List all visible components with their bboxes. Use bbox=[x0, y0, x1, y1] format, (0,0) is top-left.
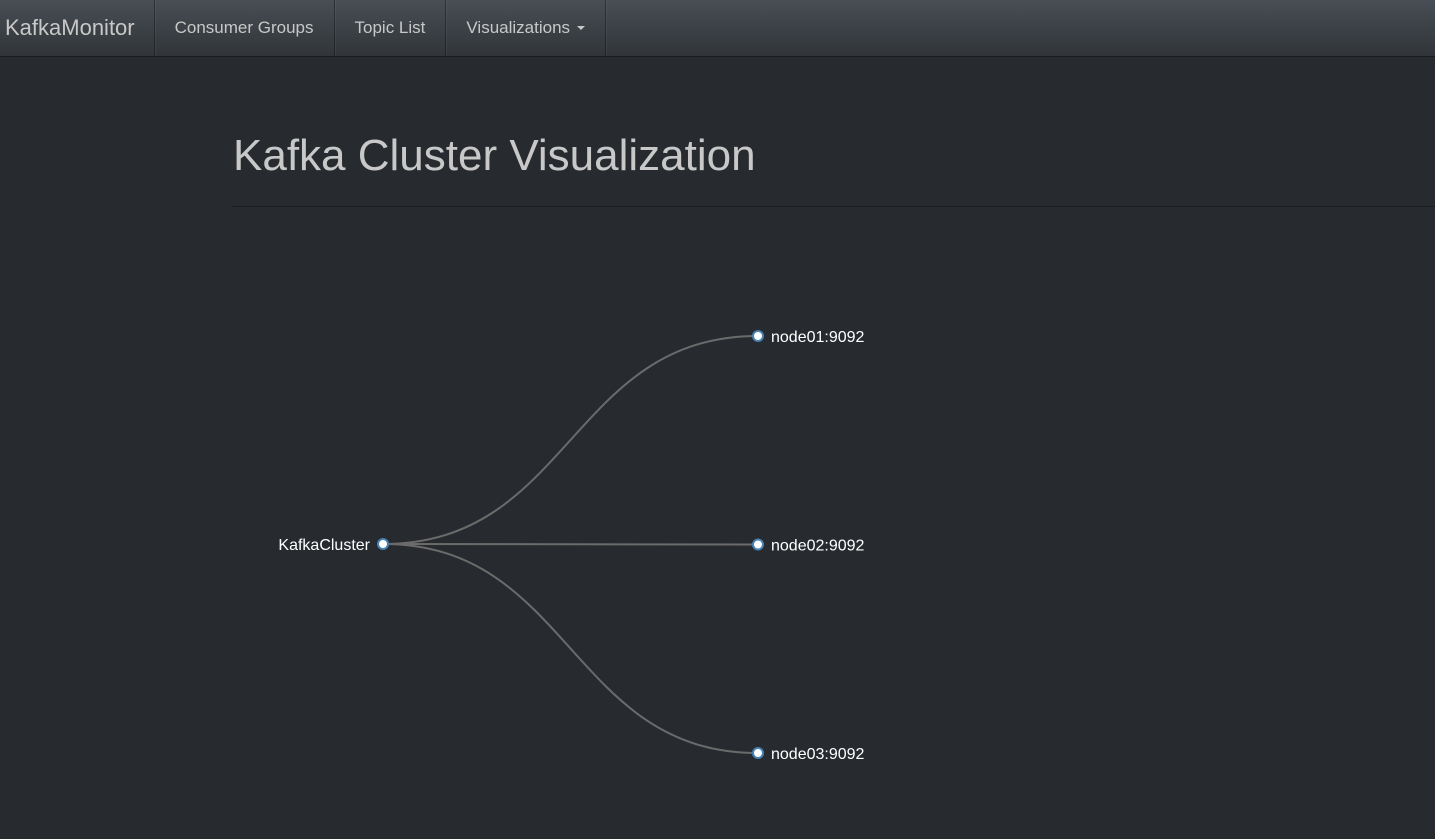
broker-node-3[interactable]: node03:9092 bbox=[752, 746, 865, 763]
broker-node-1[interactable]: node01:9092 bbox=[752, 329, 865, 346]
node-label: node02:9092 bbox=[771, 538, 865, 555]
node-label: node01:9092 bbox=[771, 329, 865, 346]
node-circle[interactable] bbox=[752, 538, 764, 551]
tree-link bbox=[382, 335, 759, 545]
tree-links bbox=[382, 335, 759, 754]
node-label: node03:9092 bbox=[771, 746, 865, 763]
cluster-root-node[interactable]: KafkaCluster bbox=[278, 537, 389, 554]
node-label: KafkaCluster bbox=[278, 537, 370, 554]
node-circle[interactable] bbox=[752, 330, 764, 342]
tree-nodes: node01:9092 node02:9092 node03:9092 KafkaCl… bbox=[278, 329, 864, 763]
cluster-tree-graph: node01:9092 node02:9092 node03:9092 KafkaCl… bbox=[278, 329, 864, 763]
node-circle[interactable] bbox=[377, 538, 389, 550]
tree-link bbox=[382, 543, 759, 754]
node-circle[interactable] bbox=[752, 747, 764, 759]
tree-link bbox=[382, 543, 759, 546]
broker-node-2[interactable]: node02:9092 bbox=[752, 538, 865, 555]
